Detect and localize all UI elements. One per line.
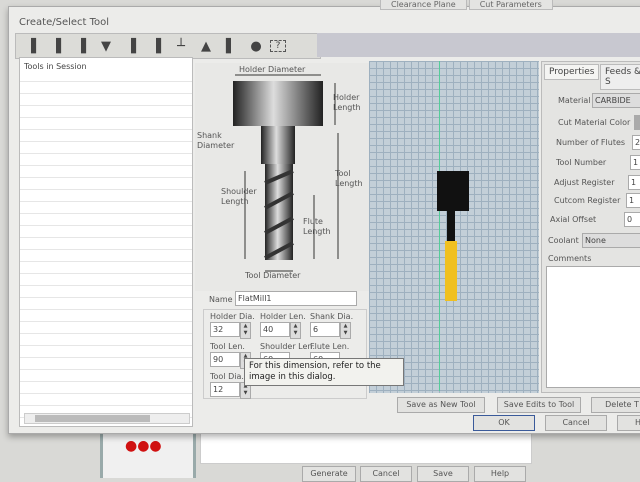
label-holder-length: Holder Length	[333, 93, 361, 112]
axis-line	[439, 61, 440, 391]
holder-len-spinner[interactable]: ▲ ▼	[290, 322, 301, 339]
coolant-label: Coolant	[548, 236, 579, 245]
holder-dia-input[interactable]: 32	[210, 322, 240, 337]
name-input[interactable]: FlatMill1	[235, 291, 357, 306]
bg-save-button[interactable]: Save	[417, 466, 469, 482]
dovetail-icon[interactable]: ▲	[195, 39, 217, 54]
material-label: Material	[558, 96, 591, 105]
background-preview: ●●●	[100, 432, 196, 478]
tool-type-toolbar: ▐ ▐ ▐ ▼ ▐ ▐ ┴ ▲ ▌ ● ?	[15, 33, 321, 59]
label-tool-length: Tool Length	[335, 169, 363, 188]
label-shoulder-length: Shoulder Length	[221, 187, 257, 206]
adjust-register-label: Adjust Register	[554, 178, 615, 187]
flat-mill-icon[interactable]: ▐	[20, 39, 42, 54]
coolant-select[interactable]: None	[582, 233, 640, 248]
tool-number-input[interactable]: 1	[630, 155, 640, 170]
label-tool-diameter: Tool Diameter	[245, 271, 301, 280]
label-holder-diameter: Holder Diameter	[239, 65, 306, 74]
cancel-button[interactable]: Cancel	[545, 415, 607, 431]
material-select[interactable]: CARBIDE	[592, 93, 640, 108]
generate-button[interactable]: Generate	[302, 466, 356, 482]
dialog-title: Create/Select Tool	[19, 17, 110, 28]
properties-panel: Properties Feeds & S Material CARBIDE Cu…	[541, 61, 640, 393]
holder-len-label: Holder Len.	[260, 312, 306, 321]
ball-mill-icon[interactable]: ▐	[45, 39, 67, 54]
shank-dia-input[interactable]: 6	[310, 322, 340, 337]
bg-help-button[interactable]: Help	[474, 466, 526, 482]
holder-len-input[interactable]: 40	[260, 322, 290, 337]
shank-dia-spinner[interactable]: ▲ ▼	[340, 322, 351, 339]
axial-offset-input[interactable]: 0	[624, 212, 640, 227]
cutcom-register-label: Cutcom Register	[554, 196, 621, 205]
delete-tool-button[interactable]: Delete T	[591, 397, 640, 413]
tool-dia-label: Tool Dia.	[210, 372, 244, 381]
ok-button[interactable]: OK	[473, 415, 535, 431]
cutcom-register-input[interactable]: 1	[626, 193, 640, 208]
holder-dia-spinner[interactable]: ▲ ▼	[240, 322, 251, 339]
background-tabs: Clearance Plane Cut Parameters	[380, 0, 553, 10]
tab-feeds-speeds[interactable]: Feeds & S	[600, 64, 640, 90]
custom-tool-icon[interactable]: ?	[270, 40, 286, 52]
tool-number-label: Tool Number	[556, 158, 607, 167]
shank-dia-label: Shank Dia.	[310, 312, 354, 321]
bg-cancel-button[interactable]: Cancel	[360, 466, 412, 482]
adjust-register-input[interactable]: 1	[628, 175, 640, 190]
tool-dia-input[interactable]: 12	[210, 382, 240, 397]
save-edits-button[interactable]: Save Edits to Tool	[497, 397, 581, 413]
taper-mill-icon[interactable]: ▐	[120, 39, 142, 54]
tslot-icon[interactable]: ┴	[170, 39, 192, 54]
bull-mill-icon[interactable]: ▐	[70, 39, 92, 54]
name-label: Name	[209, 295, 233, 304]
flutes-input[interactable]: 2	[632, 135, 640, 150]
label-shank-diameter: Shank Diameter	[197, 131, 235, 150]
tools-in-session-list[interactable]: Tools in Session	[19, 57, 193, 427]
help-button[interactable]: H	[617, 415, 640, 431]
red-dots: ●●●	[125, 438, 162, 454]
tools-list-header: Tools in Session	[20, 58, 192, 75]
comments-label: Comments	[548, 254, 592, 263]
horizontal-scrollbar[interactable]	[24, 413, 190, 424]
drill-icon[interactable]: ▌	[220, 39, 242, 54]
tool-len-input[interactable]: 90	[210, 352, 240, 367]
tab-properties[interactable]: Properties	[544, 64, 600, 80]
flutes-label: Number of Flutes	[556, 138, 626, 147]
holder-dia-label: Holder Dia.	[210, 312, 255, 321]
engraver-icon[interactable]: ▼	[95, 39, 117, 54]
toolbar-filler	[317, 33, 640, 57]
preview-holder	[437, 171, 469, 211]
preview-shank	[447, 211, 455, 241]
save-as-new-tool-button[interactable]: Save as New Tool	[397, 397, 485, 413]
taper-ball-icon[interactable]: ▐	[145, 39, 167, 54]
label-flute-length: Flute Length	[303, 217, 331, 236]
cut-material-color-label: Cut Material Color	[558, 118, 631, 127]
lollipop-icon[interactable]: ●	[245, 39, 267, 54]
background-panel	[200, 432, 532, 464]
bg-tab-clearance[interactable]: Clearance Plane	[380, 0, 467, 10]
tool-preview-grid	[369, 61, 539, 393]
preview-cutter	[445, 241, 457, 301]
bg-tab-cut-parameters[interactable]: Cut Parameters	[468, 0, 553, 10]
flute-len-label: Flute Len.	[310, 342, 350, 351]
comments-textarea[interactable]	[546, 266, 640, 388]
tool-len-label: Tool Len.	[210, 342, 245, 351]
shoulder-len-label: Shoulder Len.	[260, 342, 316, 351]
dimension-tooltip: For this dimension, refer to the image i…	[244, 358, 404, 386]
tool-dimension-diagram: Holder Diameter Holder Length Shank Diam…	[195, 63, 369, 291]
cut-material-color-swatch[interactable]	[634, 115, 640, 130]
axial-offset-label: Axial Offset	[550, 215, 597, 224]
